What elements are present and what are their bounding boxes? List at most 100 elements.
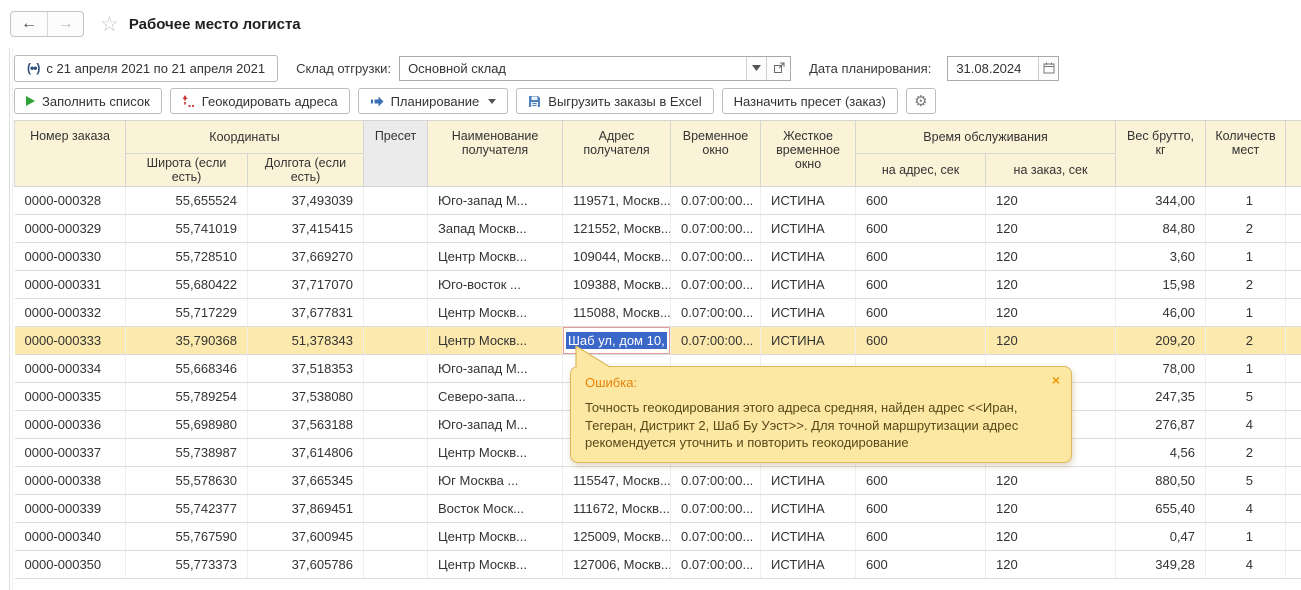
cell-recipient-address[interactable]: 115088, Москв... xyxy=(563,299,671,327)
table-row[interactable]: 0000-00033055,72851037,669270Центр Москв… xyxy=(15,243,1301,271)
cell-places-count[interactable]: 4 xyxy=(1206,495,1286,523)
cell-recipient-name[interactable]: Запад Москв... xyxy=(428,215,563,243)
cell-recipient-name[interactable]: Юг Москва ... xyxy=(428,467,563,495)
cell-hard-window[interactable]: ИСТИНА xyxy=(761,271,856,299)
cell-longitude[interactable]: 37,665345 xyxy=(248,467,364,495)
cell-gross-weight[interactable]: 655,40 xyxy=(1116,495,1206,523)
cell-order-number[interactable]: 0000-000332 xyxy=(15,299,126,327)
cell-recipient-address[interactable]: 119571, Москв... xyxy=(563,187,671,215)
cell-service-per-address[interactable]: 600 xyxy=(856,327,986,355)
cell-clipped[interactable] xyxy=(1286,439,1301,467)
warehouse-input[interactable]: Основной склад xyxy=(400,57,746,80)
cell-longitude[interactable]: 37,614806 xyxy=(248,439,364,467)
cell-gross-weight[interactable]: 84,80 xyxy=(1116,215,1206,243)
cell-service-per-address[interactable]: 600 xyxy=(856,495,986,523)
fill-list-button[interactable]: Заполнить список xyxy=(14,88,162,114)
cell-order-number[interactable]: 0000-000334 xyxy=(15,355,126,383)
cell-service-per-address[interactable]: 600 xyxy=(856,551,986,579)
cell-recipient-name[interactable]: Юго-запад М... xyxy=(428,355,563,383)
cell-gross-weight[interactable]: 0,47 xyxy=(1116,523,1206,551)
cell-time-window[interactable]: 0.07:00:00... xyxy=(671,187,761,215)
cell-gross-weight[interactable]: 78,00 xyxy=(1116,355,1206,383)
period-button[interactable]: (••) с 21 апреля 2021 по 21 апреля 2021 xyxy=(14,55,278,82)
cell-service-per-order[interactable]: 120 xyxy=(986,523,1116,551)
cell-clipped[interactable] xyxy=(1286,383,1301,411)
table-row[interactable]: 0000-00033855,57863037,665345Юг Москва .… xyxy=(15,467,1301,495)
cell-places-count[interactable]: 1 xyxy=(1206,187,1286,215)
warehouse-dropdown-icon[interactable] xyxy=(746,57,766,80)
cell-hard-window[interactable]: ИСТИНА xyxy=(761,187,856,215)
cell-preset[interactable] xyxy=(364,495,428,523)
cell-clipped[interactable] xyxy=(1286,215,1301,243)
cell-time-window[interactable]: 0.07:00:00... xyxy=(671,467,761,495)
cell-hard-window[interactable]: ИСТИНА xyxy=(761,467,856,495)
header-latitude[interactable]: Широта (если есть) xyxy=(126,154,248,187)
cell-preset[interactable] xyxy=(364,355,428,383)
cell-preset[interactable] xyxy=(364,327,428,355)
cell-longitude[interactable]: 37,869451 xyxy=(248,495,364,523)
cell-places-count[interactable]: 2 xyxy=(1206,215,1286,243)
cell-order-number[interactable]: 0000-000350 xyxy=(15,551,126,579)
cell-recipient-name[interactable]: Юго-запад М... xyxy=(428,187,563,215)
cell-clipped[interactable] xyxy=(1286,467,1301,495)
cell-longitude[interactable]: 37,605786 xyxy=(248,551,364,579)
cell-order-number[interactable]: 0000-000330 xyxy=(15,243,126,271)
cell-time-window[interactable]: 0.07:00:00... xyxy=(671,299,761,327)
header-places-count[interactable]: Количеств мест xyxy=(1206,121,1286,187)
cell-time-window[interactable]: 0.07:00:00... xyxy=(671,551,761,579)
cell-recipient-name[interactable]: Центр Москв... xyxy=(428,327,563,355)
cell-latitude[interactable]: 55,655524 xyxy=(126,187,248,215)
cell-preset[interactable] xyxy=(364,187,428,215)
header-per-address-sec[interactable]: на адрес, сек xyxy=(856,154,986,187)
cell-service-per-order[interactable]: 120 xyxy=(986,327,1116,355)
cell-latitude[interactable]: 55,698980 xyxy=(126,411,248,439)
settings-button[interactable]: ⚙ xyxy=(906,88,936,114)
cell-preset[interactable] xyxy=(364,467,428,495)
cell-latitude[interactable]: 55,717229 xyxy=(126,299,248,327)
cell-time-window[interactable]: 0.07:00:00... xyxy=(671,495,761,523)
cell-preset[interactable] xyxy=(364,523,428,551)
cell-recipient-name[interactable]: Центр Москв... xyxy=(428,243,563,271)
cell-preset[interactable] xyxy=(364,299,428,327)
cell-places-count[interactable]: 1 xyxy=(1206,299,1286,327)
cell-order-number[interactable]: 0000-000331 xyxy=(15,271,126,299)
cell-hard-window[interactable]: ИСТИНА xyxy=(761,551,856,579)
cell-recipient-address[interactable]: 115547, Москв... xyxy=(563,467,671,495)
cell-recipient-address[interactable]: 121552, Москв... xyxy=(563,215,671,243)
cell-latitude[interactable]: 35,790368 xyxy=(126,327,248,355)
cell-order-number[interactable]: 0000-000337 xyxy=(15,439,126,467)
cell-clipped[interactable] xyxy=(1286,411,1301,439)
cell-time-window[interactable]: 0.07:00:00... xyxy=(671,243,761,271)
cell-longitude[interactable]: 37,518353 xyxy=(248,355,364,383)
header-recipient-name[interactable]: Наименование получателя xyxy=(428,121,563,187)
cell-hard-window[interactable]: ИСТИНА xyxy=(761,215,856,243)
back-button[interactable]: ← xyxy=(11,12,47,36)
cell-gross-weight[interactable]: 247,35 xyxy=(1116,383,1206,411)
cell-preset[interactable] xyxy=(364,271,428,299)
tooltip-close-icon[interactable]: × xyxy=(1052,373,1060,387)
cell-service-per-address[interactable]: 600 xyxy=(856,299,986,327)
cell-clipped[interactable] xyxy=(1286,523,1301,551)
cell-recipient-address[interactable]: 111672, Москв... xyxy=(563,495,671,523)
cell-longitude[interactable]: 37,415415 xyxy=(248,215,364,243)
header-longitude[interactable]: Долгота (если есть) xyxy=(248,154,364,187)
cell-order-number[interactable]: 0000-000333 xyxy=(15,327,126,355)
header-recipient-address[interactable]: Адрес получателя xyxy=(563,121,671,187)
cell-latitude[interactable]: 55,680422 xyxy=(126,271,248,299)
cell-service-per-address[interactable]: 600 xyxy=(856,215,986,243)
export-excel-button[interactable]: Выгрузить заказы в Excel xyxy=(516,88,713,114)
cell-preset[interactable] xyxy=(364,439,428,467)
header-service-time[interactable]: Время обслуживания xyxy=(856,121,1116,154)
cell-places-count[interactable]: 2 xyxy=(1206,327,1286,355)
cell-latitude[interactable]: 55,773373 xyxy=(126,551,248,579)
cell-places-count[interactable]: 2 xyxy=(1206,271,1286,299)
cell-service-per-address[interactable]: 600 xyxy=(856,271,986,299)
header-clipped-column[interactable]: Н xyxy=(1286,121,1301,187)
cell-recipient-name[interactable]: Центр Москв... xyxy=(428,299,563,327)
table-row[interactable]: 0000-00032955,74101937,415415Запад Москв… xyxy=(15,215,1301,243)
cell-service-per-order[interactable]: 120 xyxy=(986,551,1116,579)
cell-latitude[interactable]: 55,767590 xyxy=(126,523,248,551)
cell-gross-weight[interactable]: 46,00 xyxy=(1116,299,1206,327)
cell-service-per-address[interactable]: 600 xyxy=(856,187,986,215)
cell-recipient-address[interactable]: 109044, Москв... xyxy=(563,243,671,271)
